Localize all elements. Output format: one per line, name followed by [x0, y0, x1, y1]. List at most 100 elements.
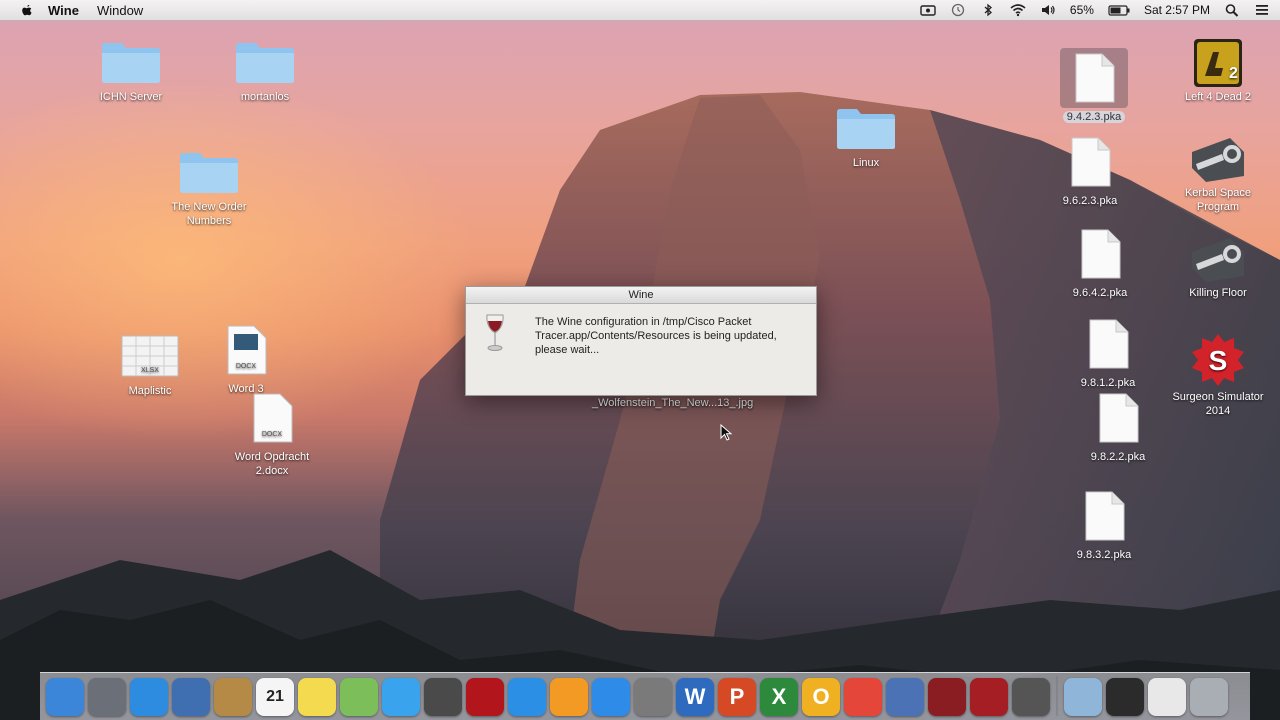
spreadsheet-file-icon: XLSX: [121, 335, 179, 377]
folder-icon: [102, 43, 160, 83]
dock-notes-icon[interactable]: [298, 678, 336, 716]
notification-center-icon[interactable]: [1254, 3, 1270, 17]
desktop-icon-label: ICHN Server: [99, 91, 163, 103]
spotlight-search-icon[interactable]: [1224, 3, 1240, 17]
desktop-icon-label: Linux: [852, 157, 880, 169]
desktop-icon-docx[interactable]: DOCX Word 3: [206, 324, 286, 396]
steam-icon: [1192, 138, 1244, 182]
dock-excel-icon[interactable]: X: [760, 678, 798, 716]
dock-maps-icon[interactable]: [340, 678, 378, 716]
desktop-icon-killing-floor[interactable]: Killing Floor: [1170, 234, 1266, 300]
dock-messages-icon[interactable]: [382, 678, 420, 716]
dock-safari-icon[interactable]: [130, 678, 168, 716]
wine-progress-dialog: Wine The Wine configuration in /tmp/Cisc…: [465, 286, 817, 396]
desktop-icon-folder[interactable]: Linux: [826, 106, 906, 170]
dock-app-store-icon[interactable]: [592, 678, 630, 716]
dock-wine-app-1-icon[interactable]: [928, 678, 966, 716]
desktop-icon-docx[interactable]: DOCX Word Opdracht 2.docx: [222, 392, 322, 478]
menu-window[interactable]: Window: [97, 3, 143, 18]
selection-highlight: [1060, 48, 1128, 108]
dock-launchpad-icon[interactable]: [88, 678, 126, 716]
dock-ibooks-icon[interactable]: [550, 678, 588, 716]
battery-percent[interactable]: 65%: [1070, 3, 1094, 17]
dock-facetime-icon[interactable]: [424, 678, 462, 716]
dock-finder-icon[interactable]: [46, 678, 84, 716]
dock-glyph: O: [812, 684, 830, 709]
volume-icon[interactable]: [1040, 3, 1056, 17]
blank-file-icon: [1085, 491, 1125, 541]
blank-file-icon: [1099, 393, 1139, 443]
desktop-icon-label: Left 4 Dead 2: [1184, 91, 1252, 103]
dock-activity-monitor-icon[interactable]: [1106, 678, 1144, 716]
menu-clock[interactable]: Sat 2:57 PM: [1144, 3, 1210, 17]
dock-terminal-icon[interactable]: [1012, 678, 1050, 716]
dock-glyph: X: [771, 684, 787, 709]
file-badge-docx: DOCX: [262, 431, 283, 438]
folder-icon: [180, 153, 238, 193]
surgeon-simulator-icon: S: [1192, 334, 1244, 386]
dock-stickies-icon[interactable]: [886, 678, 924, 716]
time-machine-icon[interactable]: [950, 3, 966, 17]
dialog-message: The Wine configuration in /tmp/Cisco Pac…: [535, 316, 777, 356]
desktop-icon-pka[interactable]: 9.8.1.2.pka: [1068, 318, 1148, 390]
steam-icon: [1192, 238, 1244, 282]
dock-itunes-icon[interactable]: [508, 678, 546, 716]
dock: 21 W P X O: [40, 672, 1250, 720]
desktop-icon-surgeon-simulator-2014[interactable]: S Surgeon Simulator 2014: [1170, 332, 1266, 418]
desktop-icon-left-4-dead-2[interactable]: 2 Left 4 Dead 2: [1170, 38, 1266, 104]
dock-contacts-icon[interactable]: [214, 678, 252, 716]
file-badge-xlsx: XLSX: [141, 367, 159, 374]
dock-word-icon[interactable]: W: [676, 678, 714, 716]
dock-downloads-folder-icon[interactable]: [1064, 678, 1102, 716]
desktop-icon-label: Killing Floor: [1189, 287, 1247, 299]
desktop-icon-label: 9.8.1.2.pka: [1080, 377, 1136, 389]
desktop-icon-label: 9.6.2.3.pka: [1062, 195, 1118, 207]
desktop-icon-folder[interactable]: The New Order Numbers: [158, 150, 260, 228]
dock-chrome-icon[interactable]: [844, 678, 882, 716]
screen-record-icon[interactable]: [920, 3, 936, 17]
folder-icon: [837, 109, 895, 149]
dock-calendar-icon[interactable]: 21: [256, 678, 294, 716]
menu-app-wine[interactable]: Wine: [48, 3, 79, 18]
dock-glyph: 21: [266, 688, 284, 705]
desktop-icon-xlsx[interactable]: XLSX Maplistic: [110, 334, 190, 398]
menu-bar: Wine Window 65% Sat 2:57 PM: [0, 0, 1280, 21]
blank-file-icon: [1071, 137, 1111, 187]
dock-outlook-icon[interactable]: O: [802, 678, 840, 716]
dock-preview-icon[interactable]: [172, 678, 210, 716]
word-document-icon: DOCX: [253, 393, 293, 443]
desktop-icon-pka-selected[interactable]: 9.4.2.3.pka: [1054, 48, 1134, 124]
dock-powerpoint-icon[interactable]: P: [718, 678, 756, 716]
battery-icon[interactable]: [1108, 3, 1130, 17]
desktop-icon-kerbal-space-program[interactable]: Kerbal Space Program: [1170, 134, 1266, 214]
desktop-icon-folder[interactable]: mortanlos: [224, 40, 306, 104]
dock-glyph: W: [684, 684, 706, 709]
desktop-icon-label: Word Opdracht 2.docx: [234, 451, 310, 477]
dock-image-capture-icon[interactable]: [634, 678, 672, 716]
dock-separator: [1056, 676, 1058, 716]
desktop-icon-pka[interactable]: 9.6.2.3.pka: [1050, 136, 1130, 208]
apple-menu-icon[interactable]: [20, 3, 34, 17]
blank-file-icon: [1089, 319, 1129, 369]
desktop-icon-label: Kerbal Space Program: [1184, 187, 1252, 213]
dock-glyph: P: [729, 684, 745, 709]
folder-icon: [236, 43, 294, 83]
desktop-icon-label: Surgeon Simulator 2014: [1172, 391, 1264, 417]
desktop-icon-label-jpg[interactable]: _Wolfenstein_The_New...13_.jpg: [592, 396, 753, 410]
desktop-icon-folder[interactable]: ICHN Server: [90, 40, 172, 104]
desktop-icon-pka[interactable]: 9.8.3.2.pka: [1064, 490, 1144, 562]
wifi-icon[interactable]: [1010, 3, 1026, 17]
desktop-icon-pka[interactable]: 9.6.4.2.pka: [1060, 228, 1140, 300]
svg-text:2: 2: [1229, 65, 1238, 82]
file-badge-docx: DOCX: [236, 363, 257, 370]
desktop-icon-label: 9.4.2.3.pka: [1062, 111, 1126, 123]
desktop-icon-pka[interactable]: 9.8.2.2.pka: [1078, 392, 1158, 464]
dock-photo-booth-icon[interactable]: [466, 678, 504, 716]
bluetooth-icon[interactable]: [980, 3, 996, 17]
desktop[interactable]: Wine Window 65% Sat 2:57 PM ICHN Server …: [0, 0, 1280, 720]
desktop-icon-label: 9.8.2.2.pka: [1090, 451, 1146, 463]
dock-document-stack-icon[interactable]: [1148, 678, 1186, 716]
dock-trash-icon[interactable]: [1190, 678, 1228, 716]
dialog-title[interactable]: Wine: [466, 287, 816, 304]
dock-wine-app-2-icon[interactable]: [970, 678, 1008, 716]
